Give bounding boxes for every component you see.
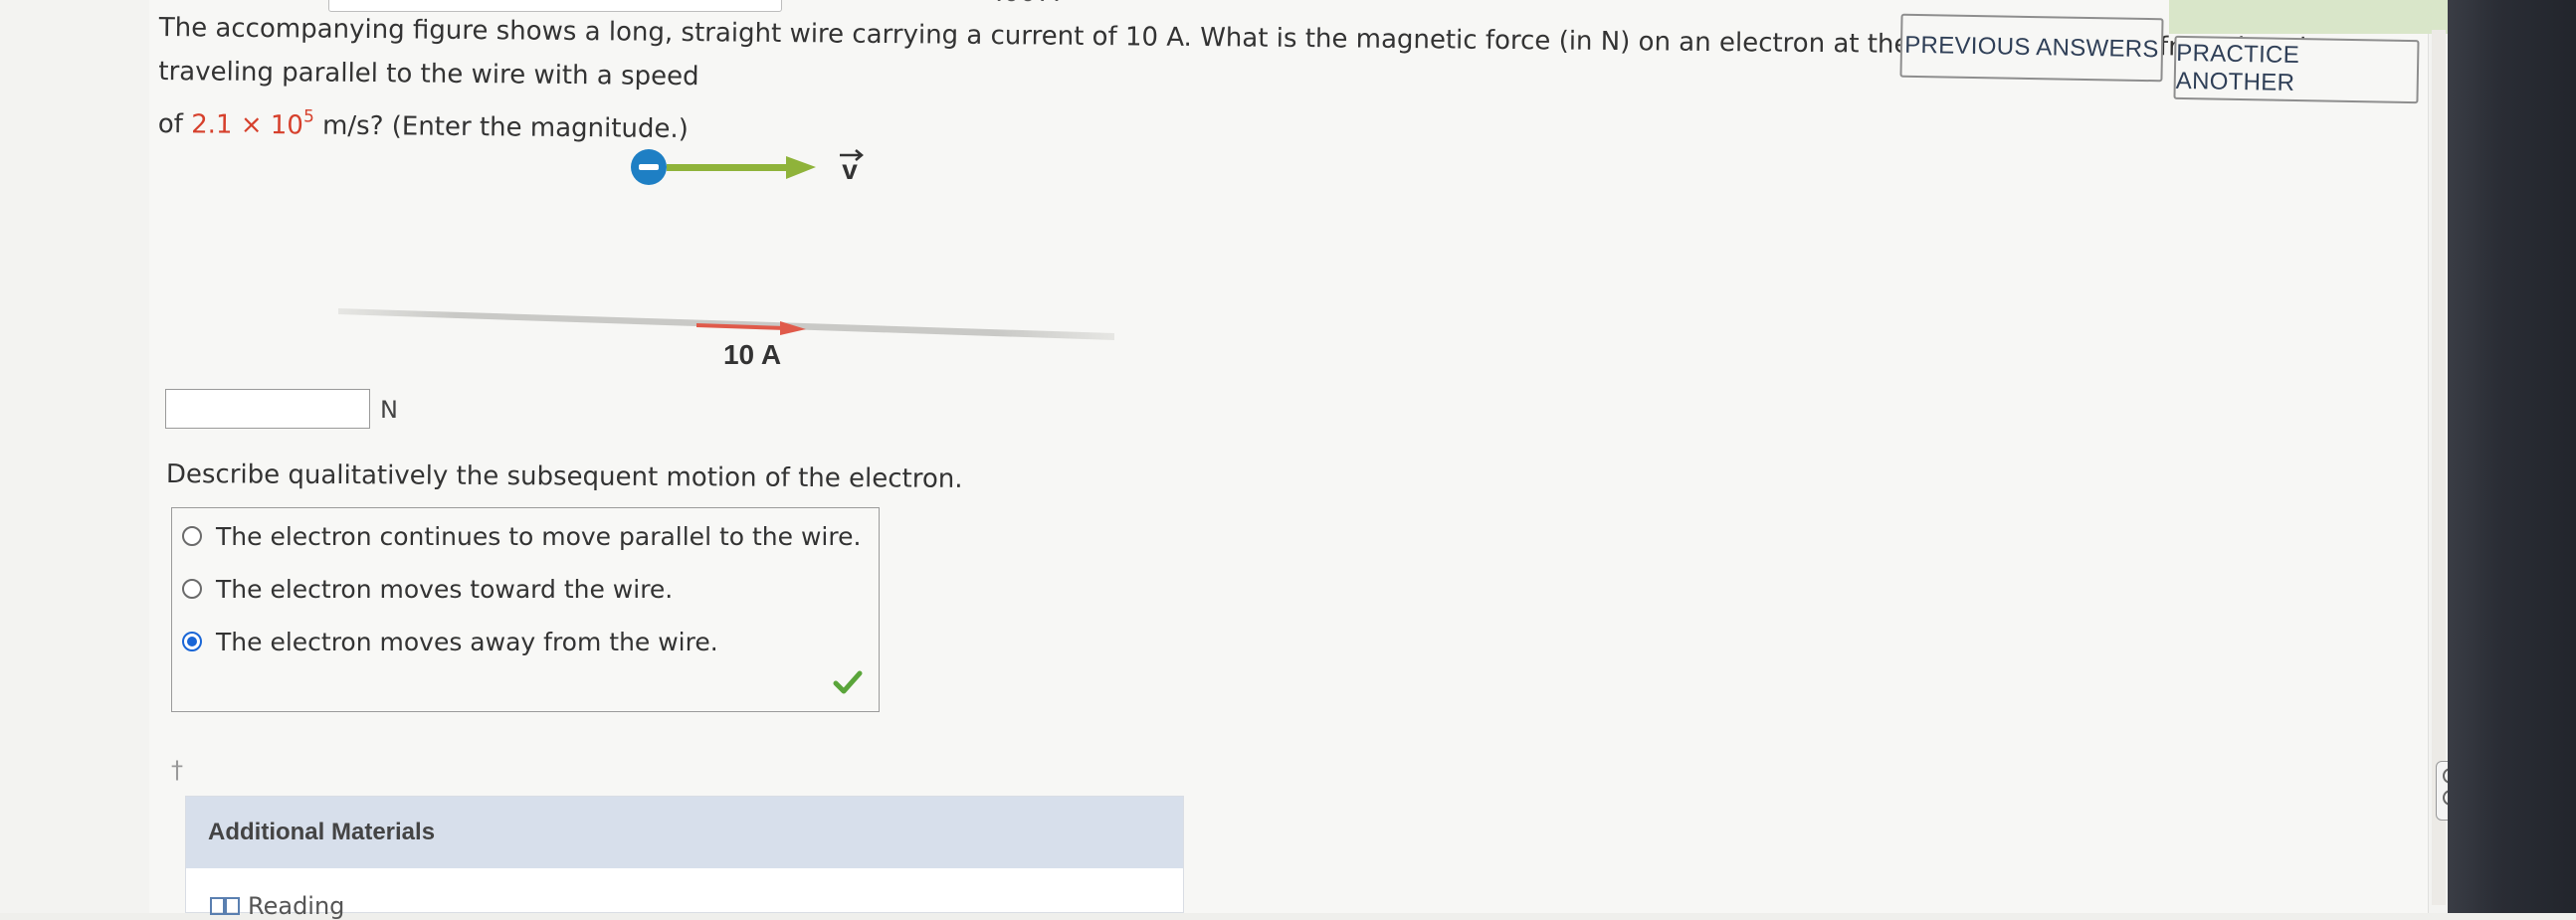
book-icon — [210, 897, 240, 915]
correct-check-icon — [833, 670, 863, 694]
option-parallel[interactable]: The electron continues to move parallel … — [182, 516, 861, 556]
option-parallel-label: The electron continues to move parallel … — [216, 521, 862, 551]
option-toward-label: The electron moves toward the wire. — [216, 574, 674, 604]
option-toward[interactable]: The electron moves toward the wire. — [182, 569, 673, 609]
unit-label: N — [380, 396, 398, 424]
electron-icon — [631, 149, 667, 185]
option-away-label: The electron moves away from the wire. — [216, 627, 718, 656]
current-label: 10 A — [723, 339, 781, 370]
reading-label: Reading — [248, 892, 345, 920]
radio-away-selected[interactable] — [182, 632, 202, 651]
motion-options-box: The electron continues to move parallel … — [171, 507, 880, 712]
velocity-arrow — [667, 156, 816, 179]
radio-toward[interactable] — [182, 579, 202, 599]
force-answer-input[interactable] — [165, 389, 370, 429]
reading-link[interactable]: Reading — [210, 892, 344, 920]
additional-materials-heading: Additional Materials — [186, 797, 1183, 868]
wire-electron-figure: v 10 A — [338, 149, 1114, 370]
practice-another-button[interactable]: PRACTICE ANOTHER — [2173, 35, 2420, 104]
previous-question-tail: .007. — [995, 0, 1061, 8]
dagger-marker: † — [171, 756, 183, 784]
speed-mantissa: 2.1 × 10 — [191, 109, 304, 141]
additional-materials-panel: Additional Materials Reading — [185, 796, 1184, 920]
previous-answers-button[interactable]: PREVIOUS ANSWERS — [1899, 13, 2164, 83]
describe-prompt: Describe qualitatively the subsequent mo… — [165, 460, 963, 494]
option-away[interactable]: The electron moves away from the wire. — [182, 622, 718, 661]
desktop-edge — [2448, 0, 2576, 913]
speed-exponent: 5 — [302, 106, 314, 127]
question-line2-prefix: of — [157, 108, 184, 140]
speed-value: 2.1 × 105 — [191, 106, 314, 141]
radio-parallel[interactable] — [182, 526, 202, 546]
